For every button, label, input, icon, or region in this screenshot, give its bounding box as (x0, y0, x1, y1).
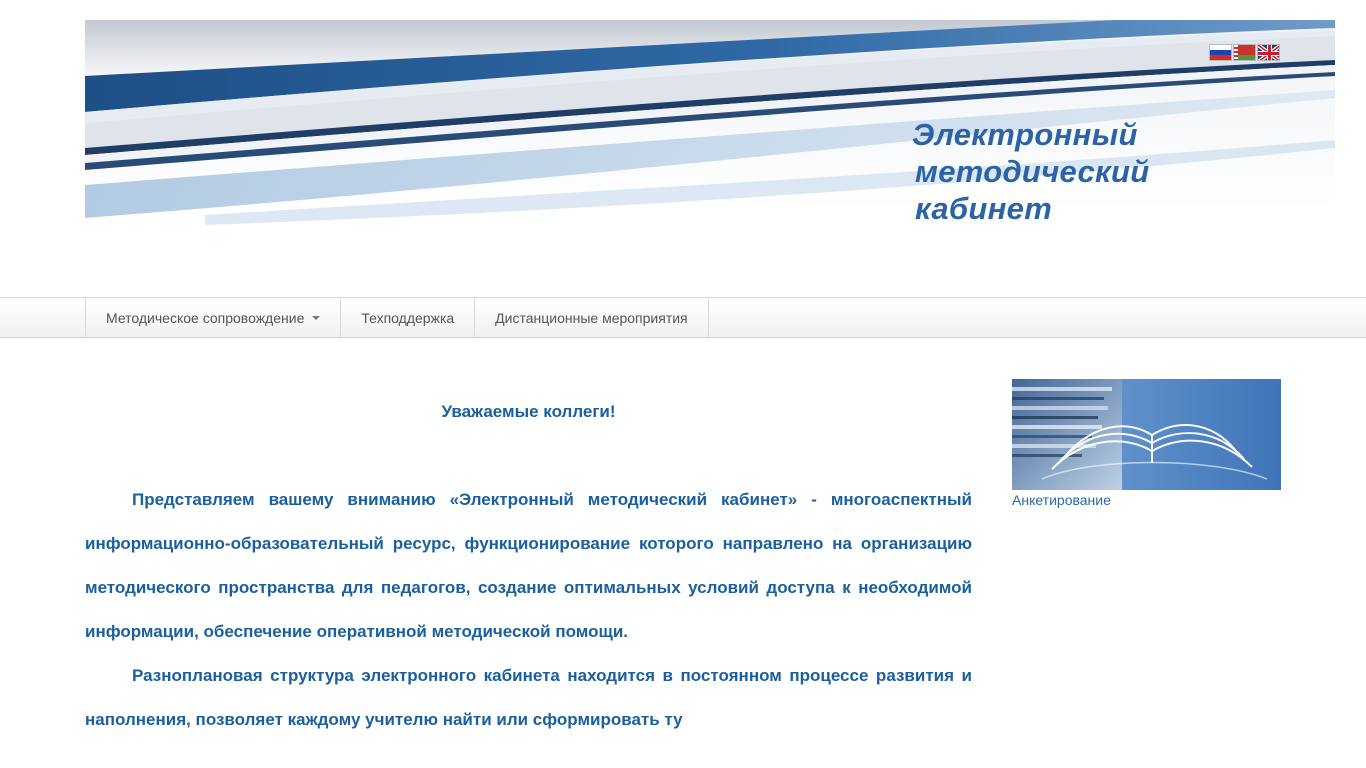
open-book-icon (1012, 379, 1268, 490)
language-switcher (1209, 44, 1280, 62)
greeting-heading: Уважаемые коллеги! (441, 402, 616, 421)
caret-down-icon (312, 315, 321, 320)
header-banner: Электронный методический кабинет (85, 20, 1335, 290)
nav-item-tech-support[interactable]: Техподдержка (341, 297, 476, 338)
survey-link[interactable]: Анкетирование (1012, 492, 1281, 508)
nav-item-label: Техподдержка (361, 309, 455, 326)
flag-belarus-icon[interactable] (1233, 44, 1256, 61)
intro-paragraph: Представляем вашему вниманию «Электронны… (85, 490, 972, 641)
survey-banner-image[interactable] (1012, 379, 1281, 490)
site-title-line-2: методический (915, 154, 1150, 189)
structure-paragraph: Разноплановая структура электронного каб… (85, 666, 972, 729)
flag-russia-icon[interactable] (1209, 44, 1232, 61)
nav-menu: Методическое сопровождение Техподдержка … (85, 297, 709, 338)
site-title: Электронный методический кабинет (912, 116, 1149, 227)
site-title-line-1: Электронный (912, 117, 1138, 152)
site-title-line-3: кабинет (915, 191, 1053, 226)
nav-item-distance-events[interactable]: Дистанционные мероприятия (475, 297, 709, 338)
main-content: Уважаемые коллеги! Представляем вашему в… (85, 379, 972, 742)
nav-item-label: Методическое сопровождение (106, 309, 305, 326)
nav-item-label: Дистанционные мероприятия (495, 309, 688, 326)
sidebar: Анкетирование (1012, 379, 1281, 508)
main-navbar: Методическое сопровождение Техподдержка … (0, 297, 1366, 338)
nav-item-methodological-support[interactable]: Методическое сопровождение (86, 297, 342, 338)
flag-uk-icon[interactable] (1257, 44, 1280, 61)
